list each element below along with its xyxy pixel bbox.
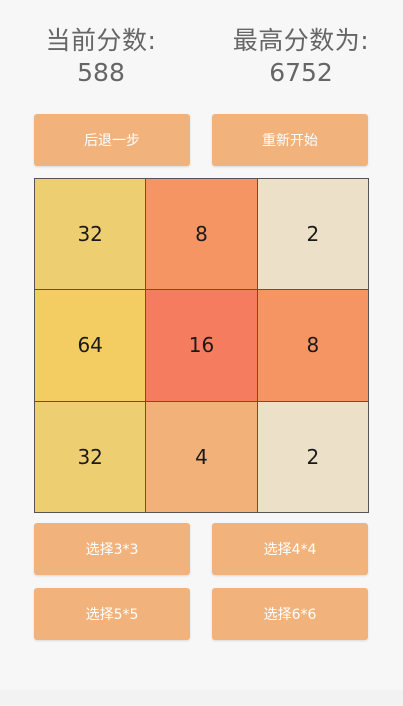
tile: 4 [146, 401, 257, 512]
best-score-value: 6752 [269, 58, 333, 87]
undo-button[interactable]: 后退一步 [34, 114, 190, 166]
current-score-panel: 当前分数: 588 [6, 24, 196, 88]
bottom-bar [0, 690, 403, 706]
current-score-label: 当前分数: [45, 26, 157, 55]
select-5x5-button[interactable]: 选择5*5 [34, 588, 190, 640]
tile: 8 [146, 179, 257, 290]
tile: 8 [257, 290, 368, 401]
best-score-label: 最高分数为: [232, 26, 370, 55]
tile: 16 [146, 290, 257, 401]
select-4x4-button[interactable]: 选择4*4 [212, 523, 368, 575]
tile: 2 [257, 179, 368, 290]
game-board: 32 8 2 64 16 8 32 4 2 [34, 178, 369, 513]
select-3x3-button[interactable]: 选择3*3 [34, 523, 190, 575]
select-6x6-button[interactable]: 选择6*6 [212, 588, 368, 640]
tile: 32 [35, 401, 146, 512]
tile: 64 [35, 290, 146, 401]
current-score-value: 588 [77, 58, 125, 87]
tile: 2 [257, 401, 368, 512]
best-score-panel: 最高分数为: 6752 [206, 24, 396, 88]
tile: 32 [35, 179, 146, 290]
restart-button[interactable]: 重新开始 [212, 114, 368, 166]
